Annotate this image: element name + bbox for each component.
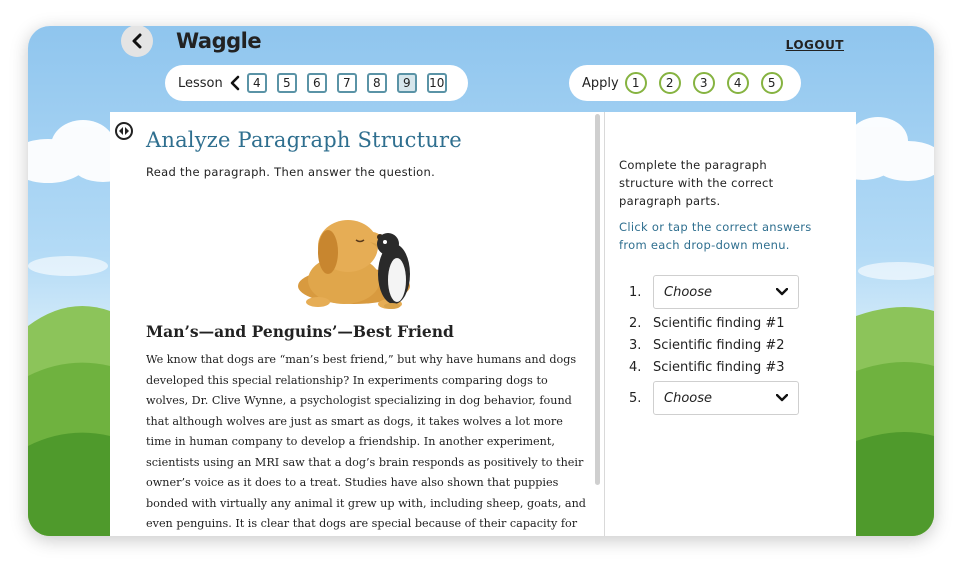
scrollbar[interactable] xyxy=(595,114,600,485)
prompt-line: structure with the correct xyxy=(619,176,774,190)
passage-line: that although wolves are just as smart a… xyxy=(146,414,563,428)
lesson-item-4[interactable]: 4 xyxy=(246,73,267,93)
passage-line: We know that dogs are “man’s best friend… xyxy=(146,353,577,366)
prompt-line: Complete the paragraph xyxy=(619,158,767,172)
chevron-left-icon xyxy=(132,33,142,49)
waggle-logo: Waggle xyxy=(176,29,262,53)
passage-line: scientists using an MRI saw that a dog’s… xyxy=(146,455,584,469)
page-title: Analyze Paragraph Structure xyxy=(146,128,462,152)
hint-line: from each drop-down menu. xyxy=(619,238,790,252)
lesson-item-5[interactable]: 5 xyxy=(276,73,297,93)
dropdown-value: Choose xyxy=(664,390,712,406)
passage-line: developed this special relationship? In … xyxy=(146,373,548,387)
answer-row-2: 2. Scientific finding #1 xyxy=(629,316,785,331)
answer-text: Scientific finding #3 xyxy=(653,360,785,375)
lesson-item-6[interactable]: 6 xyxy=(306,73,327,93)
answer-dropdown-5[interactable]: Choose xyxy=(653,381,799,415)
answer-row-1: 1. Choose xyxy=(629,275,799,309)
dog-and-penguin-illustration xyxy=(298,220,410,309)
passage-line: even penguins. It is clear that dogs are… xyxy=(146,517,578,530)
question-panel: Complete the paragraph structure with th… xyxy=(604,112,856,536)
lesson-item-9[interactable]: 9 xyxy=(396,73,417,93)
instruction-text: Read the paragraph. Then answer the ques… xyxy=(146,165,436,179)
passage-title: Man’s—and Penguins’—Best Friend xyxy=(146,322,454,341)
hint-line: Click or tap the correct answers xyxy=(619,220,812,234)
passage-line: wolves, Dr. Clive Wynne, a psychologist … xyxy=(146,394,572,407)
apply-item-3[interactable]: 3 xyxy=(692,72,715,94)
back-button[interactable] xyxy=(121,26,153,57)
lesson-prev-button[interactable] xyxy=(229,74,243,92)
audio-icon xyxy=(119,127,129,135)
answer-number: 3. xyxy=(629,338,642,353)
apply-item-1[interactable]: 1 xyxy=(624,72,647,94)
chevron-left-icon xyxy=(230,75,240,91)
question-prompt: Complete the paragraph structure with th… xyxy=(619,156,844,210)
answer-row-4: 4. Scientific finding #3 xyxy=(629,360,785,375)
prompt-line: paragraph parts. xyxy=(619,194,721,208)
question-hint: Click or tap the correct answers from ea… xyxy=(619,218,844,254)
apply-item-2[interactable]: 2 xyxy=(658,72,681,94)
answer-dropdown-1[interactable]: Choose xyxy=(653,275,799,309)
apply-item-4[interactable]: 4 xyxy=(726,72,749,94)
dropdown-value: Choose xyxy=(664,284,712,300)
reading-panel: Analyze Paragraph Structure Read the par… xyxy=(110,112,604,536)
logout-link[interactable]: LOGOUT xyxy=(786,38,844,52)
apply-label: Apply xyxy=(582,75,619,91)
passage-line: bonded with virtually any animal it grew… xyxy=(146,496,586,510)
answer-text: Scientific finding #2 xyxy=(653,338,785,353)
lesson-nav: Lesson 4 5 6 7 8 9 10 xyxy=(165,65,468,101)
audio-button[interactable] xyxy=(115,122,133,140)
chevron-down-icon xyxy=(776,288,788,296)
chevron-down-icon xyxy=(776,394,788,402)
answer-row-3: 3. Scientific finding #2 xyxy=(629,338,785,353)
passage-line: time in human company to develop a frien… xyxy=(146,435,555,448)
answer-number: 5. xyxy=(629,390,642,406)
passage-line: owner’s voice as it does to a treat. Stu… xyxy=(146,476,559,489)
answer-row-5: 5. Choose xyxy=(629,381,799,415)
passage-paragraph: We know that dogs are “man’s best friend… xyxy=(146,350,586,535)
apply-nav: Apply 1 2 3 4 5 xyxy=(569,65,801,101)
lesson-label: Lesson xyxy=(178,75,223,91)
answer-number: 4. xyxy=(629,360,642,375)
answer-number: 2. xyxy=(629,316,642,331)
lesson-item-8[interactable]: 8 xyxy=(366,73,387,93)
app-frame: Waggle LOGOUT Lesson 4 5 6 7 8 9 10 Appl… xyxy=(28,26,934,536)
lesson-item-7[interactable]: 7 xyxy=(336,73,357,93)
lesson-item-10[interactable]: 10 xyxy=(426,73,447,93)
answer-number: 1. xyxy=(629,284,642,300)
answer-text: Scientific finding #1 xyxy=(653,316,785,331)
apply-item-5[interactable]: 5 xyxy=(760,72,783,94)
